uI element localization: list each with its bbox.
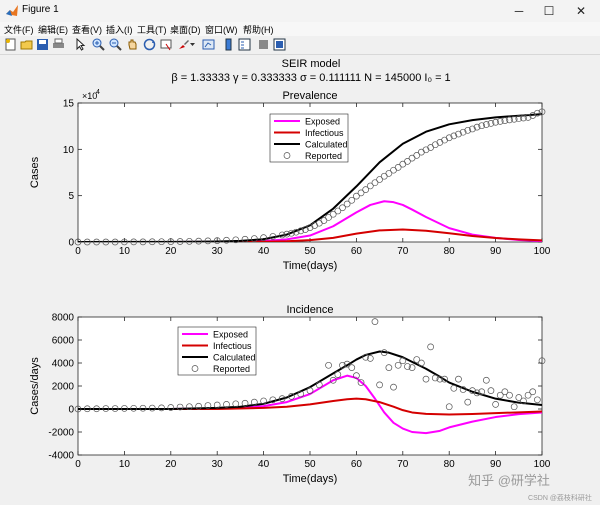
matlab-logo-icon (6, 5, 18, 16)
zoom-in-icon[interactable] (92, 38, 105, 51)
watermark-credit: CSDN @荔枝科研社 (528, 493, 592, 502)
y-tick-label: 6000 (52, 336, 75, 347)
legend-label-reported: Reported (305, 151, 342, 161)
y-tick-label: 0 (68, 238, 74, 249)
window-titlebar: Figure 1 ─ ☐ ✕ (0, 0, 600, 22)
legend-label-reported: Reported (213, 364, 250, 374)
x-axis-label: Time(days) (283, 260, 338, 272)
legend-label-calculated: Calculated (213, 353, 256, 363)
x-tick-label: 30 (212, 459, 224, 470)
legend-label-calculated: Calculated (305, 140, 348, 150)
hide-plot-tools-icon[interactable] (257, 38, 270, 51)
figure-toolbar (0, 36, 600, 55)
zoom-out-icon[interactable] (109, 38, 122, 51)
menu-bar: 文件(F) 编辑(E) 查看(V) 插入(I) 工具(T) 桌面(D) 窗口(W… (0, 22, 600, 36)
menu-file[interactable]: 文件(F) (4, 23, 34, 36)
menu-window[interactable]: 窗口(W) (205, 23, 238, 36)
legend-label-exposed: Exposed (213, 330, 248, 340)
y-tick-label: 8000 (52, 313, 75, 324)
menu-edit[interactable]: 编辑(E) (38, 23, 68, 36)
y-tick-label: 10 (63, 145, 75, 156)
figure-subtitle: β = 1.33333 γ = 0.333333 σ = 0.111111 N … (171, 72, 450, 84)
x-tick-label: 10 (119, 459, 131, 470)
y-tick-label: 15 (63, 99, 75, 110)
menu-desktop[interactable]: 桌面(D) (170, 23, 201, 36)
close-button[interactable]: ✕ (564, 0, 598, 22)
incidence-plot[interactable]: Incidence 0 10 20 30 40 50 60 70 80 90 100 -4000 -200… (29, 304, 551, 485)
x-tick-label: 50 (304, 459, 316, 470)
y-axis-label: Cases/days (29, 357, 41, 415)
y-tick-label: -2000 (48, 428, 74, 439)
y-tick-label: 4000 (52, 359, 75, 370)
y-exponent-label: ×10 (82, 91, 97, 101)
insert-colorbar-icon[interactable] (222, 38, 235, 51)
maximize-button[interactable]: ☐ (532, 0, 566, 22)
new-figure-icon[interactable] (4, 38, 17, 51)
x-tick-label: 40 (258, 459, 270, 470)
data-cursor-icon[interactable] (160, 38, 173, 51)
x-tick-label: 20 (165, 246, 177, 257)
x-tick-label: 70 (397, 246, 409, 257)
figure-title: SEIR model (282, 58, 341, 70)
x-tick-label: 30 (212, 246, 224, 257)
legend-label-infectious: Infectious (213, 341, 252, 351)
x-tick-label: 90 (490, 459, 502, 470)
x-tick-label: 40 (258, 246, 270, 257)
rotate-3d-icon[interactable] (143, 38, 156, 51)
insert-legend-icon[interactable] (238, 38, 251, 51)
y-tick-label: 2000 (52, 382, 75, 393)
prevalence-plot[interactable]: Prevalence 0 10 20 30 40 50 60 70 80 90 100 0 5 10 15 ×1… (29, 89, 551, 272)
menu-tools[interactable]: 工具(T) (137, 23, 167, 36)
pan-icon[interactable] (126, 38, 139, 51)
x-tick-label: 20 (165, 459, 177, 470)
select-arrow-icon[interactable] (74, 38, 87, 51)
menu-help[interactable]: 帮助(H) (243, 23, 274, 36)
show-plot-tools-icon[interactable] (273, 38, 286, 51)
x-tick-label: 70 (397, 459, 409, 470)
watermark-text: 知乎 @研学社 (468, 473, 550, 488)
axes-title: Incidence (286, 304, 333, 316)
legend-label-infectious: Infectious (305, 128, 344, 138)
link-plot-icon[interactable] (202, 38, 215, 51)
y-tick-label: 5 (68, 191, 74, 202)
x-tick-label: 100 (534, 246, 551, 257)
legend-label-exposed: Exposed (305, 117, 340, 127)
legend[interactable]: ExposedInfectious CalculatedReported (177, 326, 257, 376)
y-tick-label: -4000 (48, 451, 74, 462)
figure-canvas: SEIR model β = 1.33333 γ = 0.333333 σ = … (0, 55, 600, 505)
x-tick-label: 80 (444, 459, 456, 470)
x-tick-label: 60 (351, 459, 363, 470)
window-title: Figure 1 (22, 4, 59, 15)
save-icon[interactable] (36, 38, 49, 51)
open-file-icon[interactable] (20, 38, 33, 51)
x-tick-label: 90 (490, 246, 502, 257)
legend[interactable]: ExposedInfectious CalculatedReported (269, 113, 349, 163)
y-axis-label: Cases (29, 156, 41, 188)
brush-dropdown-icon[interactable] (189, 38, 196, 51)
x-tick-label: 0 (75, 459, 81, 470)
x-tick-label: 80 (444, 246, 456, 257)
menu-view[interactable]: 查看(V) (72, 23, 102, 36)
y-tick-label: 0 (68, 405, 74, 416)
menu-insert[interactable]: 插入(I) (106, 23, 133, 36)
minimize-button[interactable]: ─ (502, 0, 536, 22)
x-tick-label: 60 (351, 246, 363, 257)
print-icon[interactable] (52, 38, 65, 51)
y-exponent-value: 4 (96, 89, 100, 96)
x-axis-label: Time(days) (283, 473, 338, 485)
x-tick-label: 100 (534, 459, 551, 470)
x-tick-label: 10 (119, 246, 131, 257)
x-tick-label: 50 (304, 246, 316, 257)
x-tick-label: 0 (75, 246, 81, 257)
axes-title: Prevalence (282, 90, 337, 102)
